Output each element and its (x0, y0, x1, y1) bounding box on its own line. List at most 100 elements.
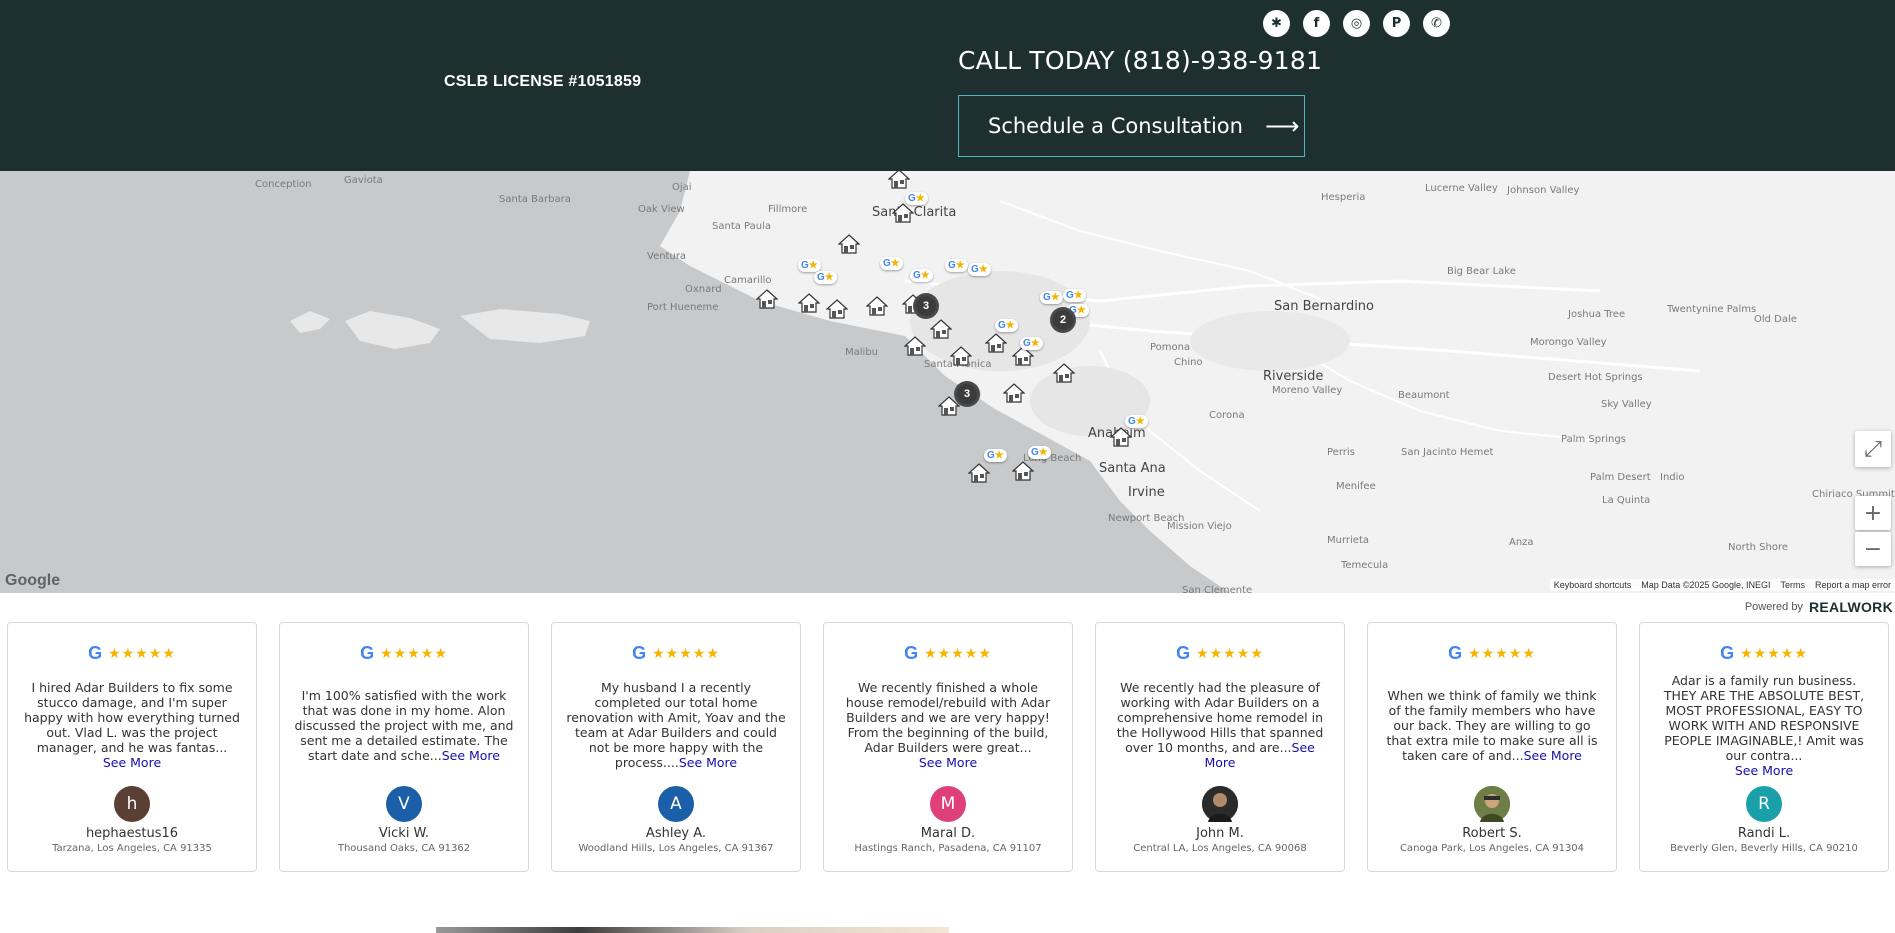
google-review-badge[interactable]: G★ (945, 259, 968, 272)
map-label: San Bernardino (1274, 299, 1375, 314)
realwork-logo[interactable]: REALWORK (1809, 599, 1893, 615)
google-review-badge[interactable]: G★ (798, 259, 821, 272)
call-today-phone[interactable]: CALL TODAY (818)-938-9181 (958, 46, 1322, 75)
review-card[interactable]: G ★★★★★ We recently had the pleasure of w… (1095, 622, 1345, 872)
google-review-badge[interactable]: G★ (984, 449, 1007, 462)
reviewer-location: Tarzana, Los Angeles, CA 91335 (52, 843, 212, 854)
google-review-badge[interactable]: G★ (814, 271, 837, 284)
star-rating-icon: ★★★★★ (652, 645, 720, 662)
house-pin-icon[interactable] (1012, 461, 1034, 481)
see-more-link[interactable]: See More (1735, 763, 1793, 778)
see-more-link[interactable]: See More (103, 755, 161, 770)
google-review-badge[interactable]: G★ (1028, 446, 1051, 459)
avatar: A (658, 786, 694, 822)
review-card[interactable]: G ★★★★★ My husband I a recently completed… (551, 622, 801, 872)
map-label: Morongo Valley (1530, 337, 1607, 348)
schedule-consultation-label: Schedule a Consultation (988, 114, 1243, 138)
fullscreen-icon[interactable]: ⤢ (1855, 431, 1891, 467)
map-cluster[interactable]: 2 (1050, 307, 1076, 333)
house-pin-icon[interactable] (888, 171, 910, 189)
yelp-icon[interactable]: ✱ (1263, 10, 1290, 37)
project-photo (436, 927, 949, 933)
google-review-badge[interactable]: G★ (1125, 415, 1148, 428)
map-label: Port Hueneme (647, 302, 719, 313)
see-more-link[interactable]: See More (679, 755, 737, 770)
review-card[interactable]: G ★★★★★ I'm 100% satisfied with the work … (279, 622, 529, 872)
reviewer-name: hephaestus16 (85, 826, 179, 841)
house-pin-icon[interactable] (1110, 427, 1132, 447)
reviewer-name: Robert S. (1462, 826, 1522, 841)
google-review-badge[interactable]: G★ (1020, 337, 1043, 350)
review-card[interactable]: G ★★★★★ When we think of family we think … (1367, 622, 1617, 872)
pinterest-icon[interactable]: P (1383, 10, 1410, 37)
google-review-badge[interactable]: G★ (910, 269, 933, 282)
google-review-badge[interactable]: G★ (1040, 291, 1063, 304)
instagram-icon[interactable]: ◎ (1343, 10, 1370, 37)
map-label: Corona (1209, 410, 1245, 421)
reviewer-location: Thousand Oaks, CA 91362 (337, 843, 471, 854)
google-review-badge[interactable]: G★ (968, 263, 991, 276)
schedule-consultation-button[interactable]: Schedule a Consultation ⟶ (958, 95, 1305, 157)
map-cluster[interactable]: 3 (954, 381, 980, 407)
map-label: Beaumont (1398, 390, 1450, 401)
map-label: North Shore (1728, 542, 1788, 553)
see-more-link[interactable]: See More (1524, 748, 1582, 763)
house-pin-icon[interactable] (756, 289, 778, 309)
review-rating: G ★★★★★ (824, 643, 1072, 664)
map-label: Pomona (1150, 342, 1191, 353)
reviewer-location: Woodland Hills, Los Angeles, CA 91367 (578, 843, 774, 854)
house-pin-icon[interactable] (1003, 383, 1025, 403)
star-rating-icon: ★★★★★ (380, 645, 448, 662)
zoom-in-icon[interactable]: + (1855, 496, 1891, 530)
see-more-link[interactable]: See More (442, 748, 500, 763)
house-pin-icon[interactable] (798, 293, 820, 313)
house-pin-icon[interactable] (950, 346, 972, 366)
avatar: R (1746, 786, 1782, 822)
facebook-icon[interactable]: f (1303, 10, 1330, 37)
house-pin-icon[interactable] (930, 319, 952, 339)
review-text: I hired Adar Builders to fix some stucco… (24, 680, 240, 755)
house-pin-icon[interactable] (968, 463, 990, 483)
star-rating-icon: ★★★★★ (1196, 645, 1264, 662)
google-logo: Google (5, 572, 61, 589)
review-card[interactable]: G ★★★★★ We recently finished a whole hous… (823, 622, 1073, 872)
google-review-badge[interactable]: G★ (905, 192, 928, 205)
powered-by-label: Powered by (1744, 601, 1803, 613)
map-label: Palm Desert (1590, 472, 1651, 483)
phone-icon[interactable]: ✆ (1423, 10, 1450, 37)
review-card[interactable]: G ★★★★★ I hired Adar Builders to fix some… (7, 622, 257, 872)
review-text-block: My husband I a recently completed our to… (566, 679, 786, 771)
avatar: h (114, 786, 150, 822)
map-label: Sky Valley (1601, 399, 1652, 410)
powered-by: Powered by REALWORK (1745, 599, 1893, 615)
review-text-block: I'm 100% satisfied with the work that wa… (294, 679, 514, 771)
google-review-badge[interactable]: G★ (995, 319, 1018, 332)
house-pin-icon[interactable] (985, 333, 1007, 353)
keyboard-shortcuts-link[interactable]: Keyboard shortcuts (1554, 580, 1632, 590)
house-pin-icon[interactable] (838, 234, 860, 254)
review-card[interactable]: G ★★★★★ Adar is a family run business. TH… (1639, 622, 1889, 872)
house-pin-icon[interactable] (904, 336, 926, 356)
map-label: Conception (255, 179, 312, 190)
reviews-map[interactable]: Conception Gaviota Ojai Santa Barbara Oa… (0, 171, 1895, 593)
map-label: Old Dale (1754, 314, 1797, 325)
report-map-error-link[interactable]: Report a map error (1815, 580, 1891, 590)
house-pin-icon[interactable] (866, 296, 888, 316)
reviewer-name: Randi L. (1737, 826, 1791, 841)
zoom-out-icon[interactable]: − (1855, 532, 1891, 566)
house-pin-icon[interactable] (826, 299, 848, 319)
google-review-badge[interactable]: G★ (880, 257, 903, 270)
map-cluster[interactable]: 3 (913, 293, 939, 319)
social-links: ✱ f ◎ P ✆ (1263, 10, 1450, 37)
reviewer-location: Canoga Park, Los Angeles, CA 91304 (1399, 843, 1585, 854)
review-cards: G ★★★★★ I hired Adar Builders to fix some… (7, 622, 1889, 872)
house-pin-icon[interactable] (1053, 363, 1075, 383)
star-rating-icon: ★★★★★ (108, 645, 176, 662)
see-more-link[interactable]: See More (919, 755, 977, 770)
google-icon: G (632, 643, 647, 663)
map-label: Lucerne Valley (1425, 183, 1498, 194)
reviewer-photo-icon (1474, 786, 1510, 822)
house-pin-icon[interactable] (892, 203, 914, 223)
google-review-badge[interactable]: G★ (1063, 289, 1086, 302)
terms-link[interactable]: Terms (1780, 580, 1805, 590)
